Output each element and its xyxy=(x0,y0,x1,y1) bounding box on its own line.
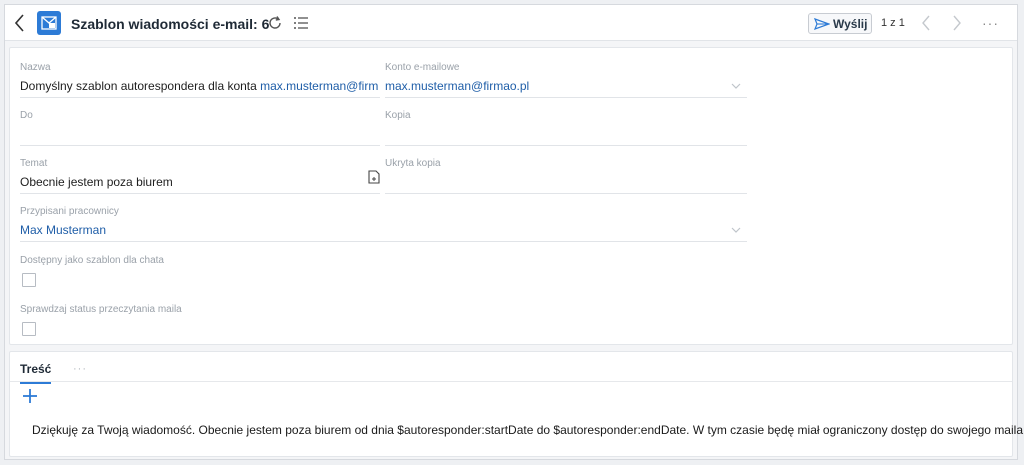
tab-more-button[interactable]: ··· xyxy=(73,363,87,375)
cc-label: Kopia xyxy=(385,110,411,121)
name-value-text: Domyślny szablon autorespondera dla kont… xyxy=(20,79,261,93)
divider xyxy=(20,145,380,146)
chevron-down-icon xyxy=(731,83,741,89)
chevron-left-icon xyxy=(922,15,930,31)
send-icon xyxy=(814,17,830,30)
cc-field[interactable]: Kopia xyxy=(385,110,747,146)
pager-text: 1 z 1 xyxy=(881,17,905,29)
name-label: Nazwa xyxy=(20,62,51,73)
to-field[interactable]: Do xyxy=(20,110,380,146)
list-button[interactable] xyxy=(293,15,309,31)
read-status-field: Sprawdzaj status przeczytania maila xyxy=(20,304,380,344)
name-value: Domyślny szablon autorespondera dla kont… xyxy=(20,79,380,93)
name-value-link: max.musterman@firm xyxy=(260,79,379,93)
back-icon xyxy=(15,14,24,32)
prev-button[interactable] xyxy=(921,14,933,32)
divider xyxy=(20,193,380,194)
email-template-icon xyxy=(37,11,61,35)
read-status-checkbox[interactable] xyxy=(22,322,36,336)
to-label: Do xyxy=(20,110,33,121)
tab-bar: Treść ··· xyxy=(10,352,1012,384)
assigned-employees-label: Przypisani pracownicy xyxy=(20,206,119,217)
divider xyxy=(20,241,747,242)
tab-content[interactable]: Treść xyxy=(20,362,52,384)
chat-template-field: Dostępny jako szablon dla chata xyxy=(20,255,380,295)
page-title: Szablon wiadomości e-mail: 6 xyxy=(71,16,270,32)
assigned-employees-value: Max Musterman xyxy=(20,223,107,237)
list-icon xyxy=(294,17,308,29)
divider xyxy=(385,97,747,98)
more-button[interactable]: ··· xyxy=(982,15,999,31)
chevron-right-icon xyxy=(953,15,961,31)
divider xyxy=(385,145,747,146)
divider xyxy=(20,97,380,98)
read-status-label: Sprawdzaj status przeczytania maila xyxy=(20,304,182,315)
chevron-down-icon xyxy=(731,227,741,233)
chat-template-checkbox[interactable] xyxy=(22,273,36,287)
send-label: Wyślij xyxy=(833,16,868,31)
header-bar: Szablon wiadomości e-mail: 6 Wyślij 1 z … xyxy=(5,5,1017,41)
form-panel: Nazwa Domyślny szablon autorespondera dl… xyxy=(9,47,1013,345)
content-panel: Treść ··· Dziękuję za Twoją wiadomość. O… xyxy=(9,351,1024,457)
next-button[interactable] xyxy=(952,14,964,32)
name-field[interactable]: Nazwa Domyślny szablon autorespondera dl… xyxy=(20,62,380,98)
chat-template-label: Dostępny jako szablon dla chata xyxy=(20,255,164,266)
plus-icon xyxy=(23,389,37,403)
email-account-value: max.musterman@firmao.pl xyxy=(385,79,530,93)
email-account-select[interactable]: Konto e-mailowe max.musterman@firmao.pl xyxy=(385,62,747,98)
attach-icon[interactable] xyxy=(368,170,380,184)
email-account-label: Konto e-mailowe xyxy=(385,62,460,73)
add-button[interactable] xyxy=(22,388,38,404)
subject-value: Obecnie jestem poza biurem xyxy=(20,175,173,189)
message-body: Dziękuję za Twoją wiadomość. Obecnie jes… xyxy=(32,423,1024,437)
send-button[interactable]: Wyślij xyxy=(808,13,872,34)
divider xyxy=(385,193,747,194)
assigned-employees-select[interactable]: Przypisani pracownicy Max Musterman xyxy=(20,206,747,242)
refresh-icon xyxy=(269,16,281,29)
bcc-label: Ukryta kopia xyxy=(385,158,441,169)
back-button[interactable] xyxy=(11,13,29,33)
refresh-button[interactable] xyxy=(267,15,283,31)
subject-label: Temat xyxy=(20,158,48,169)
bcc-field[interactable]: Ukryta kopia xyxy=(385,158,747,194)
subject-field[interactable]: Temat Obecnie jestem poza biurem xyxy=(20,158,380,194)
app-window: Szablon wiadomości e-mail: 6 Wyślij 1 z … xyxy=(4,4,1024,460)
